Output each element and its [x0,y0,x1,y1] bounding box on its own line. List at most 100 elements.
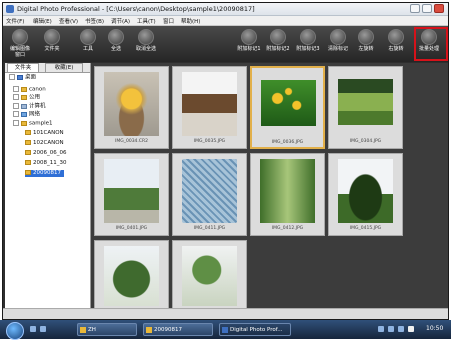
tree-item-desktop[interactable]: 桌面 [9,74,36,82]
tree-item-computer[interactable]: 计算机 [13,103,46,111]
thumbnail-item[interactable]: IMG_0034.CR2 [94,66,169,149]
thumbnail-item[interactable] [172,240,247,309]
tree-item-sample1[interactable]: sample1 [13,120,53,128]
quick-launch-icon[interactable] [40,326,46,332]
check-mark-3-icon [300,29,316,45]
highlight-box [414,27,448,61]
quick-launch-icon[interactable] [30,326,36,332]
minimize-button[interactable] [410,4,420,13]
menu-adjust[interactable]: 调节(A) [111,17,130,25]
thumbnail-item-selected[interactable]: IMG_0036.JPG [250,66,325,149]
thumbnail-filename: IMG_0401.JPG [115,226,148,231]
panel-tabs: 文件夹 收藏(E) [5,63,90,73]
tab-favorites[interactable]: 收藏(E) [45,63,83,72]
thumbnail-item[interactable]: IMG_0304.JPG [328,66,403,149]
tray-icon[interactable] [378,326,384,332]
check-mark-2-icon [270,29,286,45]
menu-help[interactable]: 帮助(H) [181,17,200,25]
edit-image-window-button[interactable]: 编辑图像 窗口 [7,29,33,61]
check-mark-3-button[interactable]: 附加标记3 [295,29,321,61]
select-all-icon [108,29,124,45]
edit-image-icon [12,29,28,45]
rotate-left-icon [358,29,374,45]
photo-thumbnail [104,246,159,306]
thumbnail-item[interactable]: IMG_0411.JPG [172,153,247,236]
close-button[interactable] [434,4,444,13]
photo-thumbnail [182,246,237,306]
title-bar: Digital Photo Professional - [C:\Users\c… [3,3,448,16]
thumbnail-item[interactable]: IMG_0401.JPG [94,153,169,236]
folder-icon [80,327,86,333]
tray-icon[interactable] [388,326,394,332]
expand-icon[interactable] [13,86,19,92]
menu-tools[interactable]: 工具(T) [137,17,156,25]
photo-thumbnail [182,159,237,223]
menu-file[interactable]: 文件(F) [6,17,24,25]
tab-folder[interactable]: 文件夹 [7,63,39,72]
clear-mark-icon [330,29,346,45]
menu-edit[interactable]: 编辑(E) [33,17,52,25]
network-icon [21,111,27,117]
menu-window[interactable]: 窗口 [163,17,174,25]
taskbar-item-zh[interactable]: ZH [77,323,137,336]
tools-icon [80,29,96,45]
thumbnail-filename: IMG_0036.JPG [271,140,304,145]
public-folder-icon [21,94,27,100]
tree-item-canon[interactable]: canon [13,86,46,94]
thumbnail-item[interactable]: IMG_0412.JPG [250,153,325,236]
start-button[interactable] [6,322,24,340]
folder-icon [146,327,152,333]
app-icon [6,5,14,13]
folder-icon [25,150,31,155]
rotate-right-icon [388,29,404,45]
menu-bar: 文件(F) 编辑(E) 查看(V) 书签(B) 调节(A) 工具(T) 窗口 帮… [3,16,448,26]
folder-button[interactable]: 文件夹 [39,29,65,61]
menu-view[interactable]: 查看(V) [59,17,78,25]
select-all-button[interactable]: 全选 [103,29,129,61]
photo-thumbnail [104,72,159,136]
deselect-all-icon [138,29,154,45]
desktop-folder-icon [17,74,23,80]
thumbnail-filename: IMG_0034.CR2 [115,139,148,144]
thumbnail-filename: IMG_0412.JPG [271,226,304,231]
deselect-all-button[interactable]: 取消全选 [133,29,159,61]
menu-bookmark[interactable]: 书签(B) [85,17,104,25]
check-mark-1-button[interactable]: 附加标记1 [236,29,262,61]
app-window: Digital Photo Professional - [C:\Users\c… [2,2,449,320]
collapse-icon[interactable] [13,120,19,126]
folder-icon [25,140,31,145]
status-bar [3,308,448,319]
tree-item-2006-06-06[interactable]: 2006_06_06 [25,150,67,157]
toolbar: 编辑图像 窗口 文件夹 工具 全选 取消全选 附加标记1 附加标记2 附加标记3… [3,26,448,62]
expand-icon[interactable] [9,74,15,80]
thumbnail-filename: IMG_0415.JPG [349,226,382,231]
tree-item-public[interactable]: 公用 [13,94,40,102]
rotate-right-button[interactable]: 右旋转 [383,29,409,61]
taskbar-item-dpp[interactable]: Digital Photo Prof... [219,323,291,336]
photo-thumbnail [261,80,316,126]
taskbar-item-20090817[interactable]: 20090817 [143,323,213,336]
photo-thumbnail [260,159,315,223]
folder-icon [44,29,60,45]
thumbnail-item[interactable]: IMG_0415.JPG [328,153,403,236]
tree-item-network[interactable]: 网络 [13,111,40,119]
photo-thumbnail [104,159,159,223]
thumbnail-item[interactable]: IMG_0035.JPG [172,66,247,149]
expand-icon[interactable] [13,103,19,109]
thumbnail-grid: IMG_0034.CR2 IMG_0035.JPG IMG_0036.JPG I… [91,63,448,309]
language-icon[interactable] [408,326,414,332]
clear-mark-button[interactable]: 清除标记 [325,29,351,61]
maximize-button[interactable] [422,4,432,13]
expand-icon[interactable] [13,94,19,100]
rotate-left-button[interactable]: 左旋转 [353,29,379,61]
tree-item-102canon[interactable]: 102CANON [25,140,64,147]
check-mark-2-button[interactable]: 附加标记2 [265,29,291,61]
tree-item-20090817[interactable]: 20090817 [25,170,64,177]
tree-item-2008-11-30[interactable]: 2008_11_30 [25,160,67,167]
thumbnail-item[interactable] [94,240,169,309]
expand-icon[interactable] [13,111,19,117]
tools-button[interactable]: 工具 [75,29,101,61]
tree-item-101canon[interactable]: 101CANON [25,130,64,137]
computer-icon [21,103,27,109]
volume-icon[interactable] [398,326,404,332]
